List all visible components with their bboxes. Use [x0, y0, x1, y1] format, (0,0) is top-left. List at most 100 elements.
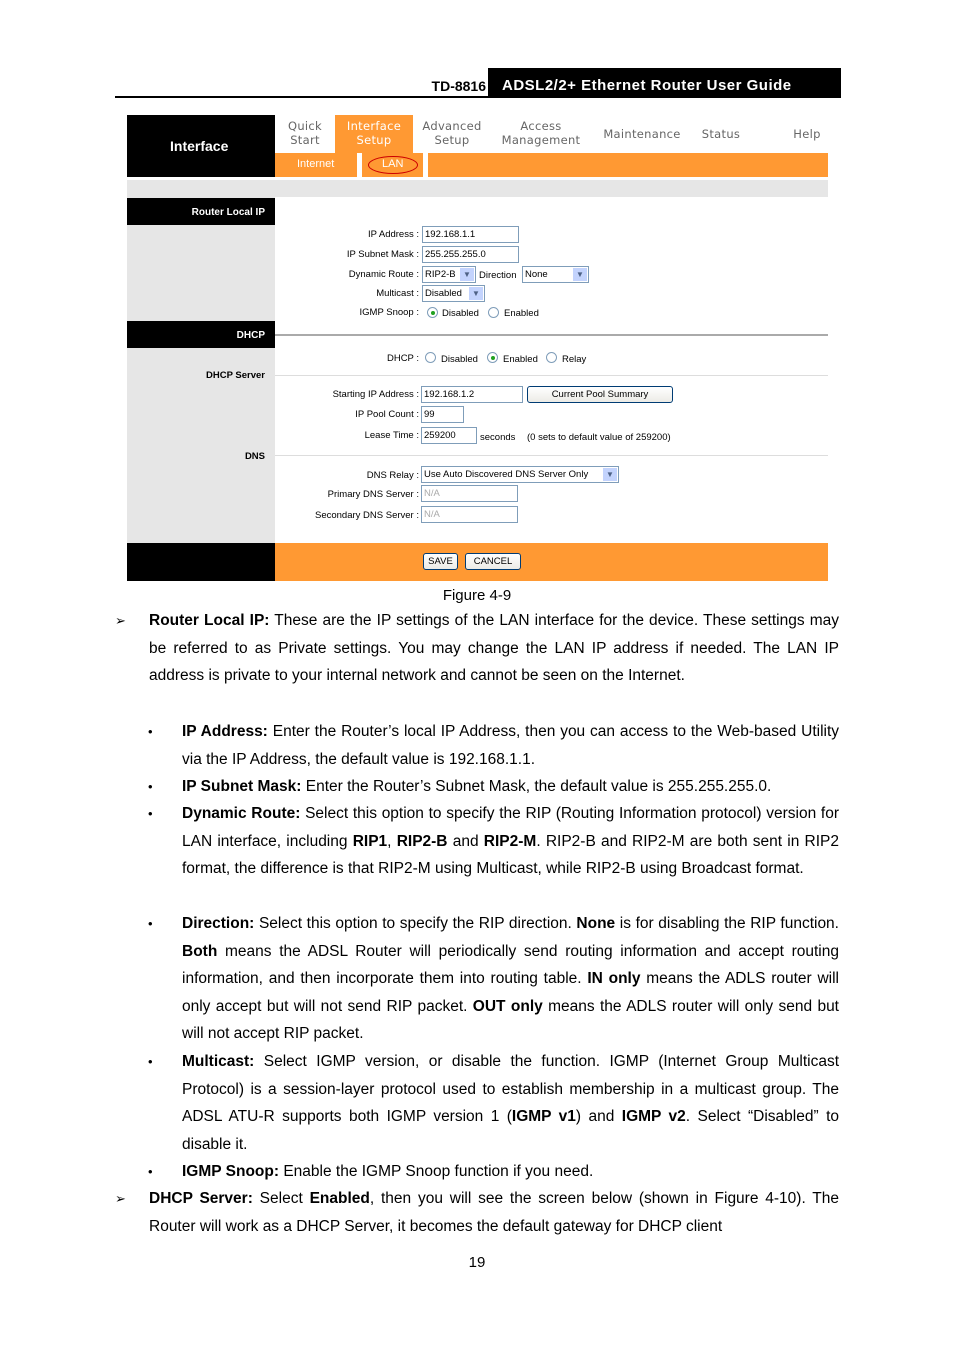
nav-access-management[interactable]: Access Management [497, 119, 585, 147]
multicast-label: Multicast : [376, 288, 419, 299]
dhcp-relay-radio[interactable] [546, 352, 557, 363]
direction-select[interactable]: None ▼ [522, 266, 589, 283]
page-number: 19 [468, 1254, 486, 1271]
dns-relay-label: DNS Relay : [366, 470, 419, 481]
subnet-mask-input[interactable]: 255.255.255.0 [422, 246, 519, 263]
secondary-dns-input[interactable]: N/A [421, 506, 518, 523]
nav-label: Quick [287, 119, 323, 133]
paragraph-dhcp-server: DHCP Server: Select Enabled, then you wi… [149, 1185, 839, 1240]
nav-advanced-setup[interactable]: Advanced Setup [417, 119, 487, 147]
divider [275, 455, 828, 456]
nav-help[interactable]: Help [787, 127, 827, 141]
nav-label: Help [793, 127, 821, 141]
nav-status[interactable]: Status [695, 127, 747, 141]
arrow-bullet-icon: ➢ [115, 1191, 126, 1206]
nav-interface-setup[interactable]: Interface Setup [335, 115, 413, 153]
term: RIP2-M [483, 832, 537, 850]
chevron-down-icon: ▼ [469, 287, 483, 300]
term: OUT only [472, 997, 543, 1015]
nav-quick-start[interactable]: Quick Start [282, 119, 328, 147]
nav-maintenance[interactable]: Maintenance [597, 127, 687, 141]
term: None [576, 915, 616, 932]
cancel-button[interactable]: CANCEL [465, 553, 521, 570]
bullet-icon: • [148, 806, 153, 821]
dhcp-label: DHCP : [386, 353, 419, 364]
starting-ip-label: Starting IP Address : [332, 389, 419, 400]
nav-label: Start [290, 133, 320, 147]
radio-label: Disabled [441, 354, 478, 365]
section-dhcp-server: DHCP Server [206, 370, 265, 381]
bullet-icon: • [148, 916, 153, 931]
lease-time-hint: (0 sets to default value of 259200) [527, 432, 671, 443]
dhcp-enabled-radio[interactable] [487, 352, 498, 363]
multicast-select[interactable]: Disabled ▼ [422, 285, 485, 302]
text: ) and [575, 1108, 622, 1125]
primary-dns-input[interactable]: N/A [421, 485, 518, 502]
text: Enter the Router’s Subnet Mask, the defa… [301, 778, 772, 795]
bullet-icon: • [148, 1164, 153, 1179]
term: IP Subnet Mask: [182, 778, 302, 795]
igmp-disabled-radio[interactable] [427, 307, 438, 318]
nav-label: Setup [434, 133, 470, 147]
bullet-icon: • [148, 779, 153, 794]
model-name: TD-8816 [431, 78, 486, 94]
chevron-down-icon: ▼ [573, 268, 587, 281]
guide-title: ADSL2/2+ Ethernet Router User Guide [488, 68, 841, 96]
term: Both [182, 942, 218, 960]
nav-label: Access [520, 119, 562, 133]
chevron-down-icon: ▼ [603, 468, 617, 481]
lease-time-input[interactable]: 259200 [421, 427, 477, 444]
paragraph-router-local-ip: Router Local IP: These are the IP settin… [149, 607, 839, 690]
secondary-dns-label: Secondary DNS Server : [314, 510, 419, 521]
ip-address-input[interactable]: 192.168.1.1 [422, 226, 519, 243]
current-pool-summary-button[interactable]: Current Pool Summary [527, 386, 673, 403]
router-screenshot-figure: Interface Quick Start Interface Setup Adva… [127, 115, 828, 581]
section-dhcp: DHCP [127, 321, 275, 348]
text: Enable the IGMP Snoop function if you ne… [279, 1163, 594, 1180]
bullet-subnet-mask: IP Subnet Mask: Enter the Router’s Subne… [182, 773, 839, 801]
section-dns: DNS [244, 451, 265, 462]
radio-label: Enabled [504, 308, 539, 319]
dynamic-route-label: Dynamic Route : [348, 269, 419, 280]
direction-label: Direction [479, 270, 517, 281]
term: Router Local IP: [149, 612, 270, 629]
term: Direction: [182, 915, 255, 932]
pool-count-label: IP Pool Count : [355, 409, 419, 420]
bullet-ip-address: IP Address: Enter the Router’s local IP … [182, 718, 839, 773]
subnav-internet[interactable]: Internet [297, 158, 334, 170]
igmp-enabled-radio[interactable] [488, 307, 499, 318]
brand-label: Interface [127, 115, 275, 177]
divider [357, 153, 362, 177]
lease-time-label: Lease Time : [364, 430, 419, 441]
primary-dns-label: Primary DNS Server : [327, 489, 419, 500]
bullet-igmp-snoop: IGMP Snoop: Enable the IGMP Snoop functi… [182, 1158, 839, 1186]
radio-label: Relay [562, 354, 587, 365]
bullet-multicast: Multicast: Select IGMP version, or disab… [182, 1048, 839, 1158]
pool-count-input[interactable]: 99 [421, 406, 464, 423]
figure-caption: Figure 4-9 [442, 587, 512, 604]
dynamic-route-select[interactable]: RIP2-B ▼ [422, 266, 476, 283]
dhcp-disabled-radio[interactable] [425, 352, 436, 363]
dns-relay-select[interactable]: Use Auto Discovered DNS Server Only ▼ [421, 466, 619, 483]
subnet-mask-label: IP Subnet Mask : [346, 249, 419, 260]
nav-label: Setup [356, 133, 392, 147]
starting-ip-input[interactable]: 192.168.1.2 [421, 386, 523, 403]
text: Enter the Router’s local IP Address, the… [182, 723, 840, 768]
bullet-direction: Direction: Select this option to specify… [182, 910, 839, 1048]
save-button[interactable]: SAVE [423, 553, 458, 570]
nav-label: Status [701, 127, 741, 141]
select-value: Disabled [425, 288, 462, 299]
lease-time-unit: seconds [480, 432, 516, 443]
igmp-snoop-label: IGMP Snoop : [359, 307, 420, 318]
term: IGMP v1 [511, 1108, 576, 1125]
nav-label: Interface [346, 119, 402, 133]
bullet-icon: • [148, 724, 153, 739]
select-value: Use Auto Discovered DNS Server Only [424, 469, 589, 480]
text: and [447, 832, 484, 850]
ip-address-label: IP Address : [367, 229, 419, 240]
radio-label: Enabled [503, 354, 538, 365]
term: Dynamic Route: [182, 805, 301, 822]
footer-left [127, 543, 275, 581]
divider [423, 153, 428, 177]
term: Multicast: [182, 1053, 255, 1070]
